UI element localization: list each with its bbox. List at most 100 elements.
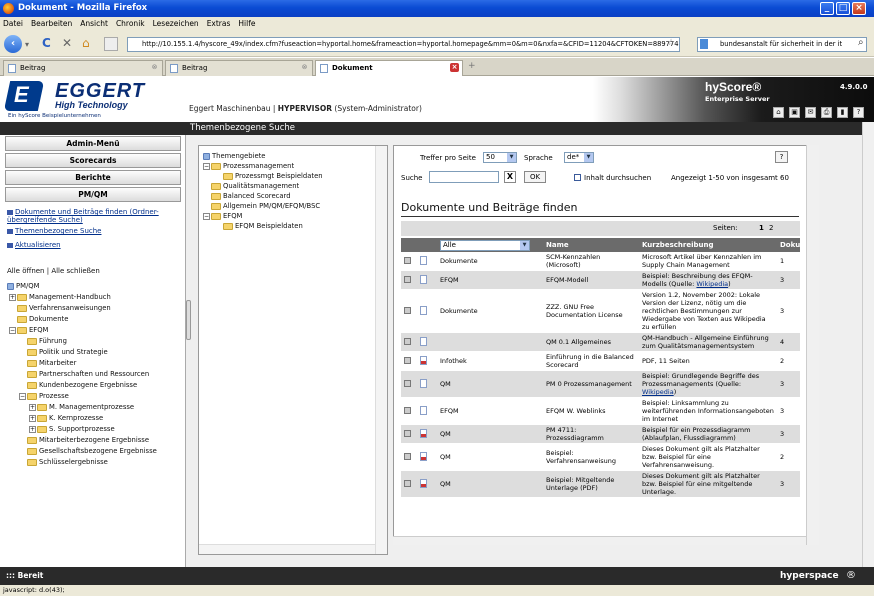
link-aktualisieren[interactable]: Aktualisieren	[7, 241, 61, 249]
tree-item[interactable]: Verfahrensanweisungen	[17, 304, 111, 312]
theme-tree-item[interactable]: EFQM Beispieldaten	[223, 222, 303, 230]
theme-tree-item[interactable]: Balanced Scorecard	[211, 192, 291, 200]
tree-item[interactable]: + K. Kernprozesse	[29, 414, 103, 422]
row-checkbox[interactable]	[404, 256, 411, 264]
search-field[interactable]: bundesanstalt für sicherheit in der it	[697, 37, 867, 52]
window-icon[interactable]: ▣	[789, 107, 800, 118]
row-select-cell[interactable]	[401, 289, 417, 333]
home-icon[interactable]: ⌂	[82, 36, 90, 50]
tab-close-icon[interactable]: ⊗	[150, 63, 159, 72]
row-checkbox[interactable]	[404, 406, 411, 414]
menu-hilfe[interactable]: Hilfe	[238, 19, 255, 28]
row-select-cell[interactable]	[401, 351, 417, 371]
link-themenbezogene-suche[interactable]: Themenbezogene Suche	[7, 227, 101, 235]
scorecards-button[interactable]: Scorecards	[5, 153, 181, 168]
tree-item[interactable]: Gesellschaftsbezogene Ergebnisse	[27, 447, 157, 455]
tab-beitrag-2[interactable]: Beitrag ⊗	[165, 60, 313, 76]
tree-item[interactable]: + S. Supportprozesse	[29, 425, 115, 433]
theme-tree-root[interactable]: Themengebiete	[203, 152, 265, 160]
row-select-cell[interactable]	[401, 443, 417, 471]
theme-tree-item[interactable]: Prozessmgt Beispieldaten	[223, 172, 323, 180]
content-search-checkbox[interactable]	[574, 174, 581, 181]
row-select-cell[interactable]	[401, 252, 417, 271]
back-icon[interactable]: ‹	[4, 35, 22, 53]
search-icon[interactable]: ⌕	[858, 37, 864, 48]
row-checkbox[interactable]	[404, 306, 411, 314]
row-name[interactable]: Beispiel: Verfahrensanweisung	[543, 443, 639, 471]
collapse-icon[interactable]: −	[9, 326, 16, 334]
row-select-cell[interactable]	[401, 270, 417, 290]
row-name[interactable]: SCM-Kennzahlen (Microsoft)	[543, 252, 639, 271]
row-select-cell[interactable]	[401, 370, 417, 398]
row-checkbox[interactable]	[404, 452, 411, 460]
history-dropdown-icon[interactable]: ▾	[25, 38, 29, 52]
row-name[interactable]: ZZZ. GNU Free Documentation License	[543, 289, 639, 333]
tab-close-icon[interactable]: ⊗	[300, 63, 309, 72]
expand-icon[interactable]: +	[9, 293, 16, 301]
alle-oeffnen-link[interactable]: Alle öffnen	[7, 267, 45, 275]
admin-menu-button[interactable]: Admin-Menü	[5, 136, 181, 151]
menu-chronik[interactable]: Chronik	[116, 19, 145, 28]
menu-datei[interactable]: Datei	[3, 19, 23, 28]
search-input[interactable]	[429, 171, 499, 183]
url-field[interactable]: http://10.155.1.4/hyscore_49x/index.cfm?…	[127, 37, 680, 52]
row-name[interactable]: Einführung in die Balanced Scorecard	[543, 351, 639, 371]
documents-hscrollbar[interactable]	[393, 536, 806, 545]
page-scrollbar[interactable]	[862, 122, 874, 567]
menu-extras[interactable]: Extras	[207, 19, 231, 28]
menu-lesezeichen[interactable]: Lesezeichen	[153, 19, 199, 28]
row-checkbox[interactable]	[404, 275, 411, 283]
tab-dokument[interactable]: Dokument ×	[315, 60, 463, 76]
expand-icon[interactable]: +	[29, 414, 36, 422]
site-identity-icon[interactable]	[104, 37, 118, 51]
ok-button[interactable]: OK	[524, 171, 546, 183]
expand-icon[interactable]: +	[29, 425, 36, 433]
tab-close-icon[interactable]: ×	[450, 63, 459, 72]
theme-tree-item[interactable]: Qualitätsmanagement	[211, 182, 299, 190]
theme-tree-item[interactable]: Allgemein PM/QM/EFQM/BSC	[211, 202, 320, 210]
tree-item[interactable]: Mitarbeiter	[27, 359, 76, 367]
table-row[interactable]: QM PM 0 Prozessmanagement Beispiel: Grundl…	[401, 370, 800, 398]
row-name[interactable]: EFQM-Modell	[543, 270, 639, 290]
stop-icon[interactable]: ✕	[62, 36, 72, 50]
tree-item[interactable]: + M. Managementprozesse	[29, 403, 134, 411]
menu-ansicht[interactable]: Ansicht	[80, 19, 108, 28]
clear-search-button[interactable]: X	[504, 171, 516, 183]
menu-bearbeiten[interactable]: Bearbeiten	[31, 19, 72, 28]
row-checkbox[interactable]	[404, 379, 411, 387]
table-row[interactable]: QM Beispiel: Verfahrensanweisung Dieses Do…	[401, 443, 800, 471]
tree-hscrollbar[interactable]	[199, 544, 375, 554]
expand-icon[interactable]: +	[29, 403, 36, 411]
header-document[interactable]: Dokum	[777, 238, 800, 252]
alle-schliessen-link[interactable]: Alle schließen	[51, 267, 100, 275]
panel-splitter-handle[interactable]	[186, 300, 191, 340]
berichte-button[interactable]: Berichte	[5, 170, 181, 185]
book-icon[interactable]: ▮	[837, 107, 848, 118]
close-window-button[interactable]: ×	[852, 2, 866, 15]
pmqm-button[interactable]: PM/QM	[5, 187, 181, 202]
table-row[interactable]: QM Beispiel: Mitgeltende Unterlage (PDF) D…	[401, 470, 800, 498]
tree-item[interactable]: Politik und Strategie	[27, 348, 108, 356]
row-checkbox[interactable]	[404, 479, 411, 487]
home-icon[interactable]: ⌂	[773, 107, 784, 118]
row-select-cell[interactable]	[401, 470, 417, 498]
header-name[interactable]: Name	[543, 238, 639, 252]
row-select-cell[interactable]	[401, 424, 417, 444]
help-button[interactable]: ?	[775, 151, 788, 163]
table-row[interactable]: Dokumente SCM-Kennzahlen (Microsoft) Micro…	[401, 252, 800, 271]
documents-vscrollbar[interactable]	[806, 145, 819, 545]
category-filter-select[interactable]: Alle ▼	[440, 239, 530, 251]
new-tab-icon[interactable]: +	[468, 61, 476, 71]
theme-tree-item[interactable]: − Prozessmanagement	[203, 162, 294, 170]
row-name[interactable]: PM 0 Prozessmanagement	[543, 370, 639, 398]
help-icon[interactable]: ?	[853, 107, 864, 118]
collapse-icon[interactable]: −	[19, 392, 26, 400]
per-page-select[interactable]: 50 ▼	[483, 152, 517, 163]
collapse-icon[interactable]: −	[203, 212, 210, 220]
page-2-link[interactable]: 2	[769, 224, 773, 232]
search-engine-icon[interactable]	[700, 39, 708, 49]
page-1-link[interactable]: 1	[759, 224, 764, 232]
theme-tree-item[interactable]: − EFQM	[203, 212, 242, 220]
row-checkbox[interactable]	[404, 337, 411, 345]
reload-icon[interactable]: C	[42, 36, 51, 50]
